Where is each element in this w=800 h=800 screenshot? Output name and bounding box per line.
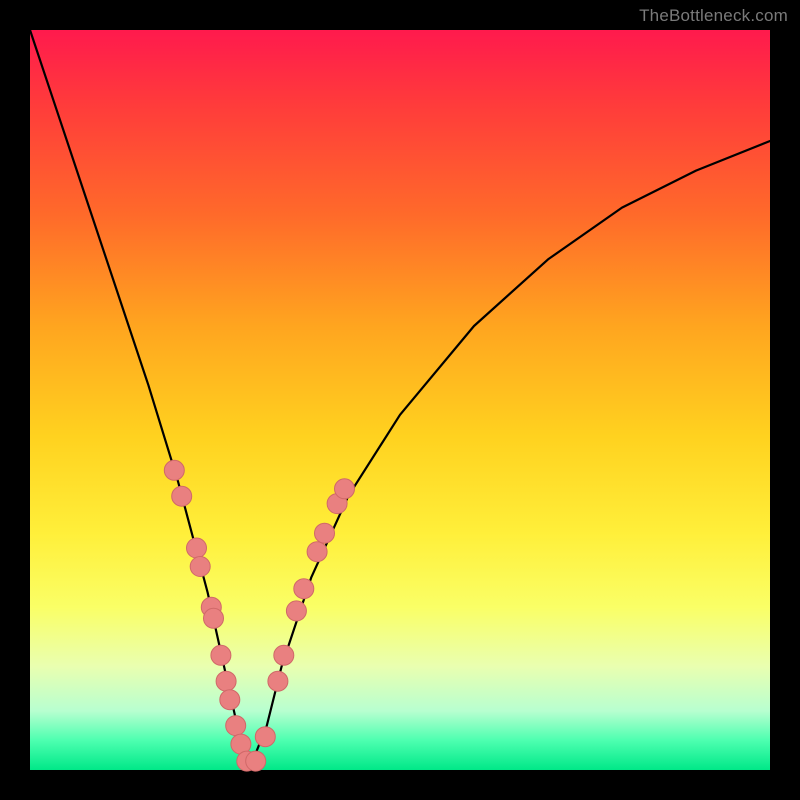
watermark-text: TheBottleneck.com — [639, 6, 788, 26]
highlight-dot — [226, 716, 246, 736]
highlight-dot — [294, 579, 314, 599]
highlight-dot — [286, 601, 306, 621]
highlight-dot — [268, 671, 288, 691]
highlight-dot — [315, 523, 335, 543]
highlight-dot — [335, 479, 355, 499]
highlight-dot — [255, 727, 275, 747]
highlight-dot — [204, 608, 224, 628]
chart-svg — [30, 30, 770, 770]
highlight-dot — [274, 645, 294, 665]
highlight-dot — [190, 557, 210, 577]
highlight-dot — [216, 671, 236, 691]
highlight-dot — [211, 645, 231, 665]
highlight-dot — [164, 460, 184, 480]
v-curve — [30, 30, 770, 763]
highlight-dot — [187, 538, 207, 558]
highlight-dot — [246, 751, 266, 771]
highlight-dot — [307, 542, 327, 562]
highlight-dots-group — [164, 460, 354, 771]
highlight-dot — [220, 690, 240, 710]
highlight-dot — [172, 486, 192, 506]
